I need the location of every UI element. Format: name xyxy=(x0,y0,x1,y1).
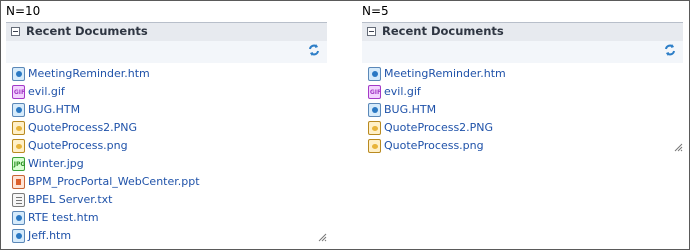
collapse-icon[interactable] xyxy=(367,27,376,36)
web-page-icon xyxy=(12,67,25,81)
panel-caption-n10: N=10 xyxy=(6,4,41,18)
png-file-icon xyxy=(368,139,381,153)
resize-handle[interactable] xyxy=(673,142,683,152)
web-page-icon xyxy=(12,103,25,117)
recent-documents-portlet-n5: Recent Documents MeetingReminder.htm GIF e… xyxy=(362,22,683,153)
file-type-badge: GIF xyxy=(13,89,26,96)
document-link[interactable]: QuoteProcess2.PNG xyxy=(28,121,137,134)
document-link[interactable]: BPM_ProcPortal_WebCenter.ppt xyxy=(28,175,200,188)
document-link[interactable]: MeetingReminder.htm xyxy=(28,67,150,80)
document-link[interactable]: RTE test.htm xyxy=(28,211,99,224)
portlet-toolbar xyxy=(6,41,327,63)
document-link[interactable]: QuoteProcess.png xyxy=(384,139,484,152)
document-link[interactable]: Jeff.htm xyxy=(28,229,71,242)
png-file-icon xyxy=(368,121,381,135)
document-link[interactable]: BUG.HTM xyxy=(384,103,436,116)
panel-caption-n5: N=5 xyxy=(362,4,389,18)
png-file-icon xyxy=(12,139,25,153)
document-link[interactable]: BPEL Server.txt xyxy=(28,193,112,206)
document-link[interactable]: MeetingReminder.htm xyxy=(384,67,506,80)
document-link[interactable]: evil.gif xyxy=(384,85,421,98)
png-file-icon xyxy=(12,121,25,135)
document-link[interactable]: QuoteProcess.png xyxy=(28,139,128,152)
web-page-icon xyxy=(368,103,381,117)
refresh-icon[interactable] xyxy=(307,43,321,57)
document-link[interactable]: QuoteProcess2.PNG xyxy=(384,121,493,134)
portlet-header: Recent Documents xyxy=(6,22,327,41)
document-link[interactable]: evil.gif xyxy=(28,85,65,98)
file-type-badge: JPG xyxy=(13,161,26,168)
web-page-icon xyxy=(368,67,381,81)
web-page-icon xyxy=(12,229,25,243)
portlet-title: Recent Documents xyxy=(382,24,504,38)
portlet-title: Recent Documents xyxy=(26,24,148,38)
file-type-badge: GIF xyxy=(369,89,382,96)
refresh-icon[interactable] xyxy=(663,43,677,57)
recent-documents-portlet-n10: Recent Documents MeetingReminder.htm GIF e… xyxy=(6,22,327,243)
presentation-file-icon xyxy=(12,175,25,189)
portlet-header: Recent Documents xyxy=(362,22,683,41)
portlet-toolbar xyxy=(362,41,683,63)
gif-file-icon: GIF xyxy=(12,85,25,99)
jpg-file-icon: JPG xyxy=(12,157,25,171)
collapse-icon[interactable] xyxy=(11,27,20,36)
gif-file-icon: GIF xyxy=(368,85,381,99)
text-file-icon xyxy=(12,193,25,207)
resize-handle[interactable] xyxy=(317,232,327,242)
document-link[interactable]: BUG.HTM xyxy=(28,103,80,116)
document-link[interactable]: Winter.jpg xyxy=(28,157,84,170)
web-page-icon xyxy=(12,211,25,225)
